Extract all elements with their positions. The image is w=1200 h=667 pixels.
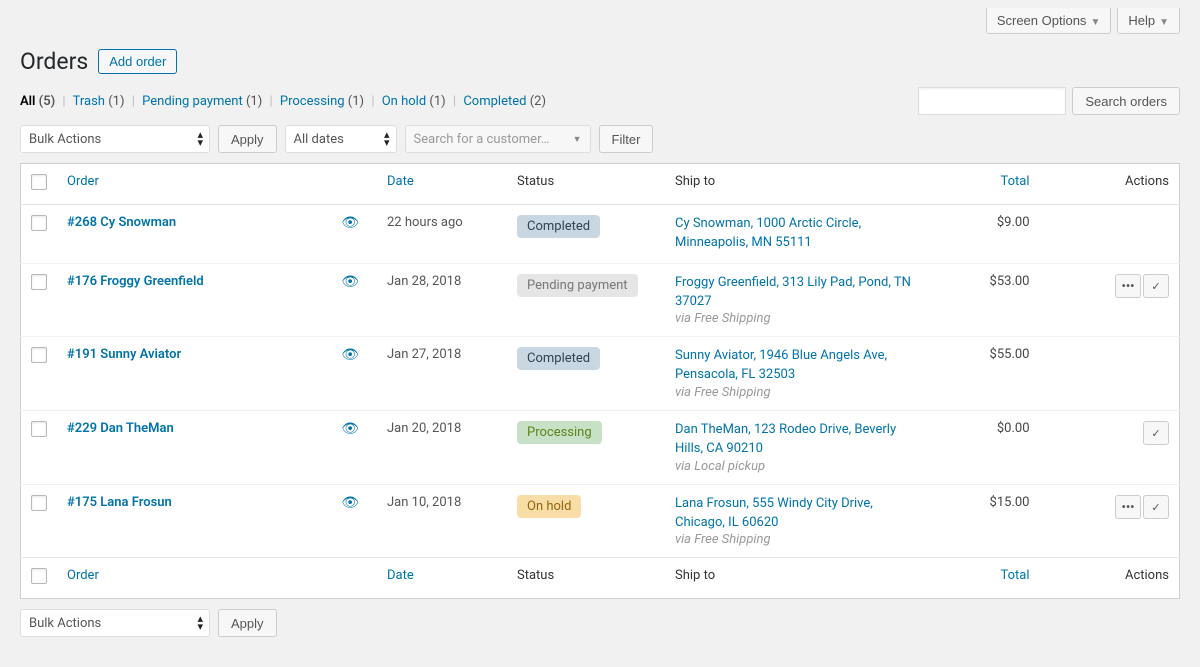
order-link[interactable]: #268 Cy Snowman bbox=[67, 215, 176, 230]
customer-placeholder: Search for a customer… bbox=[414, 132, 550, 147]
order-date: Jan 28, 2018 bbox=[377, 263, 507, 337]
status-badge: On hold bbox=[517, 495, 581, 518]
filter-onhold[interactable]: On hold bbox=[382, 94, 426, 109]
ship-via: via Free Shipping bbox=[675, 311, 920, 326]
preview-icon[interactable]: 👁 bbox=[341, 347, 359, 363]
col-date-footer[interactable]: Date bbox=[377, 558, 507, 599]
preview-icon[interactable]: 👁 bbox=[341, 274, 359, 290]
ship-to-link[interactable]: Lana Frosun, 555 Windy City Drive, Chica… bbox=[675, 496, 873, 530]
help-label: Help bbox=[1128, 13, 1155, 28]
table-row: #175 Lana Frosun 👁 Jan 10, 2018 On hold Lana… bbox=[21, 484, 1180, 558]
col-status-footer: Status bbox=[507, 558, 665, 599]
caret-down-icon: ▼ bbox=[573, 134, 582, 145]
select-all-checkbox-footer[interactable] bbox=[31, 568, 47, 584]
col-actions-header: Actions bbox=[1040, 164, 1180, 205]
filter-completed[interactable]: Completed bbox=[463, 94, 526, 109]
status-filters: All (5) | Trash (1) | Pending payment (1… bbox=[20, 94, 546, 109]
date-filter-label: All dates bbox=[294, 132, 344, 147]
order-link[interactable]: #176 Froggy Greenfield bbox=[67, 274, 204, 289]
caret-down-icon: ▼ bbox=[1159, 17, 1169, 28]
filter-all[interactable]: All (5) bbox=[20, 94, 55, 109]
filter-trash[interactable]: Trash bbox=[73, 94, 105, 109]
status-badge: Completed bbox=[517, 347, 600, 370]
screen-options-button[interactable]: Screen Options▼ bbox=[986, 8, 1112, 34]
order-total: $55.00 bbox=[930, 337, 1040, 411]
col-date-header[interactable]: Date bbox=[377, 164, 507, 205]
col-actions-footer: Actions bbox=[1040, 558, 1180, 599]
customer-search-select[interactable]: Search for a customer… ▼ bbox=[405, 125, 591, 153]
bulk-actions-select-footer[interactable]: Bulk Actions ▴▾ bbox=[20, 609, 210, 637]
order-link[interactable]: #229 Dan TheMan bbox=[67, 421, 174, 436]
col-total-footer[interactable]: Total bbox=[930, 558, 1040, 599]
complete-order-button[interactable]: ✓ bbox=[1143, 274, 1169, 298]
bulk-actions-select[interactable]: Bulk Actions ▴▾ bbox=[20, 125, 210, 153]
filter-pending[interactable]: Pending payment bbox=[142, 94, 243, 109]
col-ship-header: Ship to bbox=[665, 164, 930, 205]
apply-bulk-button-footer[interactable]: Apply bbox=[218, 609, 277, 637]
table-row: #268 Cy Snowman 👁 22 hours ago Completed Cy … bbox=[21, 205, 1180, 264]
caret-down-icon: ▼ bbox=[1090, 17, 1100, 28]
row-checkbox[interactable] bbox=[31, 274, 47, 290]
more-actions-button[interactable]: ••• bbox=[1115, 274, 1141, 298]
table-row: #229 Dan TheMan 👁 Jan 20, 2018 Processing Da… bbox=[21, 411, 1180, 485]
date-filter-select[interactable]: All dates ▴▾ bbox=[285, 125, 397, 153]
col-status-header: Status bbox=[507, 164, 665, 205]
col-total-header[interactable]: Total bbox=[930, 164, 1040, 205]
filter-button[interactable]: Filter bbox=[599, 125, 654, 153]
table-row: #191 Sunny Aviator 👁 Jan 27, 2018 Completed… bbox=[21, 337, 1180, 411]
preview-icon[interactable]: 👁 bbox=[341, 421, 359, 437]
col-order-header[interactable]: Order bbox=[57, 164, 377, 205]
ship-to-link[interactable]: Sunny Aviator, 1946 Blue Angels Ave, Pen… bbox=[675, 348, 887, 382]
select-arrows-icon: ▴▾ bbox=[384, 131, 390, 147]
page-title: Orders bbox=[20, 48, 88, 75]
help-button[interactable]: Help ▼ bbox=[1117, 8, 1180, 34]
filter-processing[interactable]: Processing bbox=[280, 94, 345, 109]
add-order-button[interactable]: Add order bbox=[98, 49, 177, 74]
complete-order-button[interactable]: ✓ bbox=[1143, 495, 1169, 519]
order-total: $0.00 bbox=[930, 411, 1040, 485]
row-checkbox[interactable] bbox=[31, 215, 47, 231]
bulk-actions-label: Bulk Actions bbox=[29, 616, 101, 631]
order-link[interactable]: #191 Sunny Aviator bbox=[67, 347, 181, 362]
row-checkbox[interactable] bbox=[31, 421, 47, 437]
bulk-actions-label: Bulk Actions bbox=[29, 132, 101, 147]
apply-bulk-button[interactable]: Apply bbox=[218, 125, 277, 153]
ship-to-link[interactable]: Cy Snowman, 1000 Arctic Circle, Minneapo… bbox=[675, 216, 861, 250]
more-actions-button[interactable]: ••• bbox=[1115, 495, 1141, 519]
col-ship-footer: Ship to bbox=[665, 558, 930, 599]
ship-via: via Free Shipping bbox=[675, 532, 920, 547]
order-date: 22 hours ago bbox=[377, 205, 507, 264]
order-total: $53.00 bbox=[930, 263, 1040, 337]
order-total: $9.00 bbox=[930, 205, 1040, 264]
row-checkbox[interactable] bbox=[31, 495, 47, 511]
search-orders-button[interactable]: Search orders bbox=[1072, 87, 1180, 115]
complete-order-button[interactable]: ✓ bbox=[1143, 421, 1169, 445]
status-badge: Completed bbox=[517, 215, 600, 238]
status-badge: Pending payment bbox=[517, 274, 638, 297]
preview-icon[interactable]: 👁 bbox=[341, 215, 359, 231]
preview-icon[interactable]: 👁 bbox=[341, 495, 359, 511]
screen-options-label: Screen Options bbox=[997, 13, 1087, 28]
select-all-checkbox[interactable] bbox=[31, 174, 47, 190]
col-order-footer[interactable]: Order bbox=[57, 558, 377, 599]
status-badge: Processing bbox=[517, 421, 602, 444]
search-orders-input[interactable] bbox=[918, 87, 1066, 115]
ship-via: via Local pickup bbox=[675, 459, 920, 474]
order-date: Jan 27, 2018 bbox=[377, 337, 507, 411]
select-arrows-icon: ▴▾ bbox=[197, 131, 203, 147]
ship-to-link[interactable]: Froggy Greenfield, 313 Lily Pad, Pond, T… bbox=[675, 275, 911, 309]
ship-via: via Free Shipping bbox=[675, 385, 920, 400]
order-date: Jan 10, 2018 bbox=[377, 484, 507, 558]
order-total: $15.00 bbox=[930, 484, 1040, 558]
orders-table: Order Date Status Ship to Total Actions … bbox=[20, 163, 1180, 599]
select-arrows-icon: ▴▾ bbox=[197, 615, 203, 631]
table-row: #176 Froggy Greenfield 👁 Jan 28, 2018 Pendi… bbox=[21, 263, 1180, 337]
order-date: Jan 20, 2018 bbox=[377, 411, 507, 485]
order-link[interactable]: #175 Lana Frosun bbox=[67, 495, 172, 510]
ship-to-link[interactable]: Dan TheMan, 123 Rodeo Drive, Beverly Hil… bbox=[675, 422, 896, 456]
row-checkbox[interactable] bbox=[31, 347, 47, 363]
